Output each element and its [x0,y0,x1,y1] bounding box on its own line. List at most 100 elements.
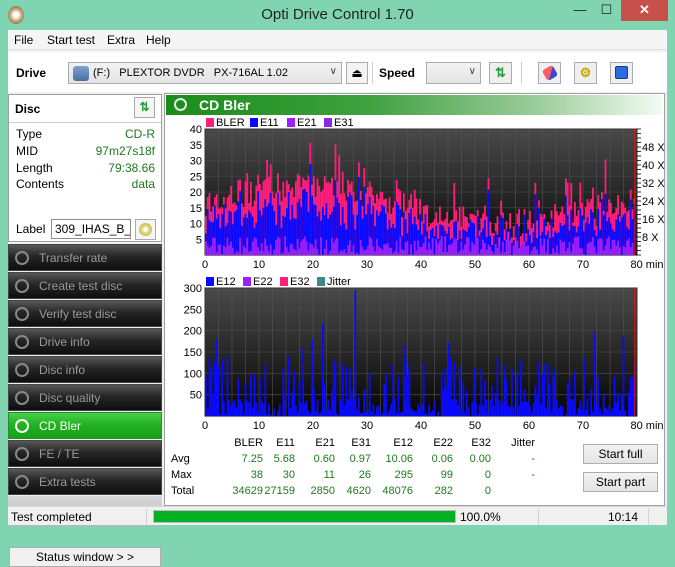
e12-bar [414,411,416,416]
nav-item-fe-te[interactable]: FE / TE [8,440,162,467]
close-button[interactable]: ✕ [621,0,668,21]
e12-bar [237,378,239,416]
e12-bar [223,401,225,416]
e21-bar [342,251,344,255]
e21-bar [421,247,423,255]
e12-bar [396,412,398,416]
e12-bar [462,382,464,416]
menu-file[interactable]: File [14,33,33,47]
left-panel: Disc ⇅ TypeCD-R MID97m27s18f Length79:38… [8,94,162,505]
eject-button[interactable]: ⏏ [346,62,368,84]
e12-bar [309,412,311,416]
e12-bar [209,357,211,416]
e21-bar [270,244,272,255]
nav-item-disc-quality[interactable]: Disc quality [8,384,162,411]
nav-item-drive-info[interactable]: Drive info [8,328,162,355]
e11-bar [354,229,356,255]
refresh-button[interactable]: ⇅ [489,62,512,84]
e11-bar [570,210,572,255]
stats-column-header: E31 [331,437,371,449]
e12-bar [529,406,531,416]
e21-bar [486,250,488,255]
e21-bar [498,246,500,255]
nav-item-cd-bler[interactable]: CD Bler [8,412,162,439]
stats-cell: 0 [447,485,491,497]
nav-item-transfer-rate[interactable]: Transfer rate [8,244,162,271]
e12-bar [385,373,387,416]
e21-bar [551,254,553,255]
e21-bar [491,251,493,255]
e21-bar [225,247,227,255]
e21-bar [518,248,520,255]
e21-bar [605,246,607,255]
cd-icon-button[interactable] [135,219,156,240]
e12-bar [216,339,218,416]
e21-bar [387,243,389,255]
nav-item-verify-test-disc[interactable]: Verify test disc [8,300,162,327]
nav-item-create-test-disc[interactable]: Create test disc [8,272,162,299]
e21-bar [569,242,571,255]
disc-label-input[interactable]: 309_IHAS_B_U [51,219,131,239]
e21-bar [281,253,283,255]
e21-bar [324,249,326,255]
y-tick-label: 250 [184,304,202,316]
settings-button[interactable]: ⚙ [574,62,597,84]
e12-bar [425,413,427,416]
erase-button[interactable] [538,62,561,84]
e11-bar [237,201,239,255]
e12-bar [212,394,214,416]
e12-bar [284,393,286,416]
maximize-button[interactable]: ☐ [593,0,620,21]
divider [9,122,161,123]
stats-row-label: Max [171,469,192,481]
e11-bar [327,219,329,255]
drive-select[interactable]: (F:) PLEXTOR DVDR PX-716AL 1.02 ∨ [68,62,342,84]
start-part-button[interactable]: Start part [583,472,658,492]
minimize-button[interactable]: — [567,0,593,21]
e21-bar [502,242,504,255]
disc-refresh-button[interactable]: ⇅ [134,97,155,118]
e21-bar [419,247,421,255]
save-button[interactable] [610,62,633,84]
e12-bar [349,368,351,416]
refresh-icon: ⇅ [495,65,506,80]
nav-item-extra-tests[interactable]: Extra tests [8,468,162,495]
e12-bar [412,410,414,416]
e21-bar [408,254,410,255]
e12-bar [475,402,477,416]
e21-bar [414,241,416,255]
e12-bar [408,367,410,416]
nav-item-disc-info[interactable]: Disc info [8,356,162,383]
e21-bar [596,253,598,255]
e21-bar [399,237,401,255]
e12-bar [252,408,254,416]
x-tick-label: 40 [415,259,427,271]
e12-bar [623,336,625,416]
menu-start-test[interactable]: Start test [47,33,95,47]
e12-bar [336,414,338,416]
e11-bar [268,203,270,255]
e12-bar [423,362,425,416]
legend-swatch [317,277,325,286]
e21-bar [545,253,547,255]
e21-bar [583,254,585,255]
e21-bar [552,248,554,255]
e11-bar [308,212,310,255]
e12-bar [257,411,259,416]
status-window-button[interactable]: Status window > > [9,547,161,567]
drive-value: (F:) PLEXTOR DVDR PX-716AL 1.02 [93,67,288,79]
e12-bar [399,413,401,416]
menu-extra[interactable]: Extra [107,33,135,47]
e11-bar [529,235,531,255]
e12-bar [444,367,446,416]
e11-bar [338,203,340,255]
start-full-button[interactable]: Start full [583,444,658,464]
legend-swatch [206,277,214,286]
e21-bar [525,246,527,255]
speed-select[interactable]: ∨ [426,62,481,84]
e11-bar [281,228,283,255]
menu-help[interactable]: Help [146,33,171,47]
x-tick-label: 60 [523,420,535,432]
e21-bar [500,253,502,255]
stats-row-label: Total [171,485,194,497]
